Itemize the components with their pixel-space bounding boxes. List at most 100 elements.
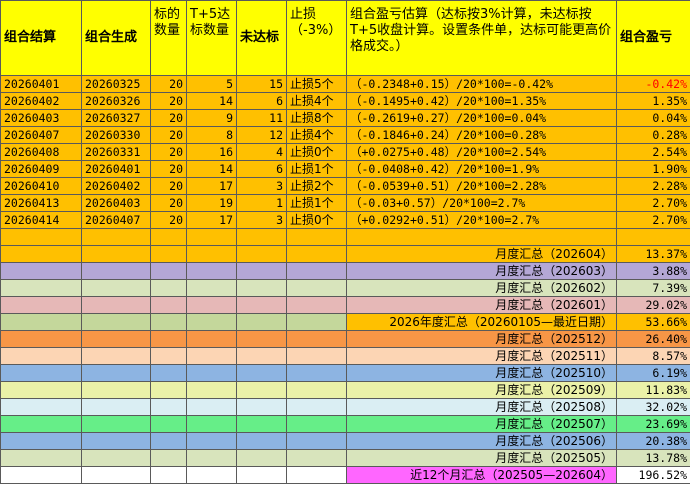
summary-blank-cell	[186, 466, 237, 484]
summary-label: 月度汇总（202512）	[346, 330, 617, 348]
cell-not-reach: 12	[236, 126, 287, 144]
summary-blank-cell	[150, 364, 187, 382]
cell-profit: 2.70%	[616, 194, 690, 212]
table-row: 20260413 20260403 20 19 1 止损1个 （-0.03+0.57）/20…	[0, 194, 690, 212]
summary-value: 26.40%	[616, 330, 690, 348]
summary-value: 11.83%	[616, 381, 690, 399]
summary-label: 月度汇总（202505）	[346, 449, 617, 467]
summary-blank-cell	[81, 313, 151, 331]
summary-blank-cell	[286, 279, 347, 297]
summary-label: 月度汇总（202508）	[346, 398, 617, 416]
summary-row: 月度汇总（202601） 29.02%	[0, 296, 690, 314]
cell-stock-count: 20	[150, 109, 187, 127]
summary-row: 月度汇总（202604） 13.37%	[0, 245, 690, 263]
summary-blank-cell	[81, 330, 151, 348]
summary-blank-cell	[81, 381, 151, 399]
summary-label: 月度汇总（202604）	[346, 245, 617, 263]
summary-blank-cell	[186, 245, 237, 263]
summary-blank-cell	[150, 279, 187, 297]
summary-blank-cell	[236, 466, 287, 484]
summary-blank-cell	[186, 313, 237, 331]
summary-row: 月度汇总（202509） 11.83%	[0, 381, 690, 399]
summary-blank-cell	[236, 398, 287, 416]
cell-combo-end: 20260407	[0, 126, 82, 144]
summary-row: 月度汇总（202512） 26.40%	[0, 330, 690, 348]
summary-blank-cell	[186, 279, 237, 297]
summary-row: 2026年度汇总（20260105—最近日期） 53.66%	[0, 313, 690, 331]
cell-combo-end: 20260403	[0, 109, 82, 127]
summary-value: 7.39%	[616, 279, 690, 297]
cell-combo-end: 20260408	[0, 143, 82, 161]
summary-blank-cell	[186, 262, 237, 280]
cell-not-reach: 1	[236, 194, 287, 212]
cell-stock-count: 20	[150, 194, 187, 212]
summary-value: 13.37%	[616, 245, 690, 263]
cell-t5-reach: 19	[186, 194, 237, 212]
cell-stop-loss: 止损0个	[286, 143, 347, 161]
cell-combo-gen: 20260403	[81, 194, 151, 212]
cell-not-reach: 3	[236, 211, 287, 229]
summary-blank-cell	[150, 245, 187, 263]
table-row: 20260414 20260407 20 17 3 止损0个 （+0.0292+0.51）/…	[0, 211, 690, 229]
summary-row: 月度汇总（202603） 3.88%	[0, 262, 690, 280]
summary-blank-cell	[286, 262, 347, 280]
table-row: 20260402 20260326 20 14 6 止损4个 （-0.1495+0.42）/…	[0, 92, 690, 110]
summary-blank-cell	[286, 381, 347, 399]
summary-blank-cell	[236, 381, 287, 399]
summary-blank-cell	[81, 279, 151, 297]
summary-blank-cell	[150, 262, 187, 280]
cell-not-reach: 11	[236, 109, 287, 127]
cell-stop-loss: 止损1个	[286, 194, 347, 212]
cell-estimate: （-0.0539+0.51）/20*100=2.28%	[346, 177, 617, 195]
summary-blank-cell	[236, 364, 287, 382]
cell-combo-gen: 20260402	[81, 177, 151, 195]
table-row: 20260403 20260327 20 9 11 止损8个 （-0.2619+0.27）/…	[0, 109, 690, 127]
header-t5-reach: T+5达标数量	[186, 0, 237, 76]
cell-stop-loss: 止损8个	[286, 109, 347, 127]
cell-stop-loss: 止损4个	[286, 126, 347, 144]
cell-t5-reach: 17	[186, 177, 237, 195]
summary-blank-cell	[286, 398, 347, 416]
cell-estimate: （-0.2348+0.15）/20*100=-0.42%	[346, 75, 617, 93]
summary-blank-cell	[0, 466, 82, 484]
summary-blank-cell	[186, 364, 237, 382]
summary-value: 6.19%	[616, 364, 690, 382]
cell-stock-count: 20	[150, 92, 187, 110]
summary-blank-cell	[81, 466, 151, 484]
summary-blank-cell	[236, 432, 287, 450]
cell-t5-reach: 5	[186, 75, 237, 93]
summary-row: 月度汇总（202505） 13.78%	[0, 449, 690, 467]
table-row: 20260410 20260402 20 17 3 止损2个 （-0.0539+0.51）/…	[0, 177, 690, 195]
summary-blank-cell	[150, 313, 187, 331]
summary-blank-cell	[236, 347, 287, 365]
cell-combo-end: 20260413	[0, 194, 82, 212]
cell-profit: 2.70%	[616, 211, 690, 229]
cell-combo-end: 20260401	[0, 75, 82, 93]
header-row: 组合结算 组合生成 标的数量 T+5达标数量 未达标 止损（-3%） 组合盈亏估…	[0, 0, 690, 76]
cell-stock-count: 20	[150, 177, 187, 195]
summary-blank-cell	[286, 245, 347, 263]
summary-blank-cell	[186, 449, 237, 467]
header-combo-end: 组合结算	[0, 0, 82, 76]
cell-profit: 2.54%	[616, 143, 690, 161]
summary-blank-cell	[236, 262, 287, 280]
summary-label: 月度汇总（202510）	[346, 364, 617, 382]
summary-blank-cell	[186, 432, 237, 450]
cell-combo-end: 20260410	[0, 177, 82, 195]
summary-blank-cell	[286, 364, 347, 382]
summary-blank-cell	[150, 330, 187, 348]
summary-blank-cell	[150, 381, 187, 399]
summary-blank-cell	[0, 381, 82, 399]
cell-t5-reach: 14	[186, 160, 237, 178]
summary-blank-cell	[186, 330, 237, 348]
summary-row: 月度汇总（202510） 6.19%	[0, 364, 690, 382]
summary-blank-cell	[186, 296, 237, 314]
cell-estimate: （-0.2619+0.27）/20*100=0.04%	[346, 109, 617, 127]
summary-value: 196.52%	[616, 466, 690, 484]
summary-label: 月度汇总（202506）	[346, 432, 617, 450]
table-row: 20260401 20260325 20 5 15 止损5个 （-0.2348+0.15）/…	[0, 75, 690, 93]
summary-blank-cell	[0, 279, 82, 297]
summary-blank-cell	[81, 364, 151, 382]
cell-t5-reach: 9	[186, 109, 237, 127]
empty-cell	[0, 228, 82, 246]
